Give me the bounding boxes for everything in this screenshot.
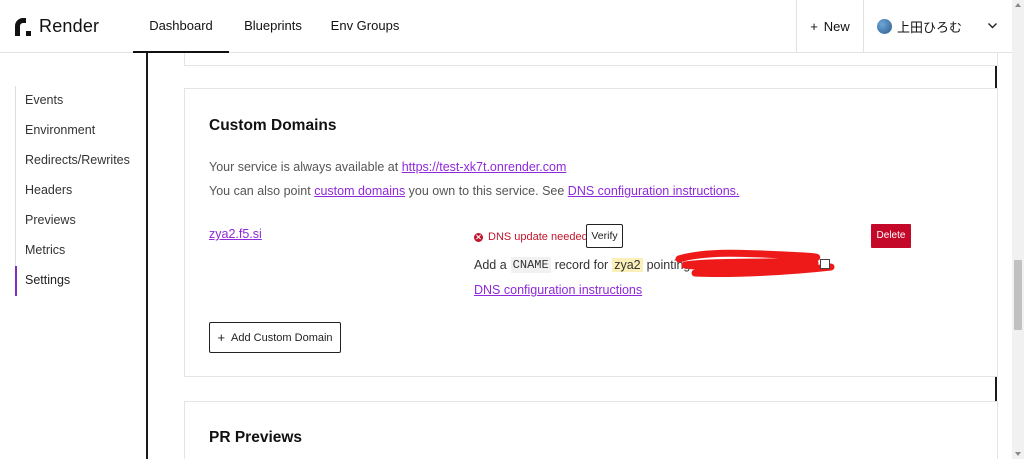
cname-text: record for: [554, 258, 609, 272]
page-scrollbar[interactable]: [1012, 0, 1024, 459]
tab-dashboard[interactable]: Dashboard: [133, 0, 229, 53]
custom-domains-link[interactable]: custom domains: [314, 184, 405, 198]
tab-blueprints[interactable]: Blueprints: [232, 0, 314, 53]
info-text: You can also point: [209, 184, 315, 198]
sidebar-item-previews[interactable]: Previews: [16, 206, 130, 236]
top-nav: Render Dashboard Blueprints Env Groups +…: [0, 0, 1012, 53]
custom-domains-card: Custom Domains Your service is always av…: [184, 88, 998, 377]
info-text: Your service is always available at: [209, 160, 402, 174]
dns-status-label: DNS update needed: [488, 231, 588, 243]
user-menu[interactable]: 上田ひろむ: [864, 0, 1012, 53]
service-url-link[interactable]: https://test-xk7t.onrender.com: [402, 160, 567, 174]
error-icon: [474, 232, 483, 242]
render-logo[interactable]: Render: [15, 16, 99, 37]
plus-icon: +: [810, 19, 818, 34]
dns-status: DNS update needed: [474, 231, 588, 243]
render-logo-icon: [15, 17, 31, 36]
redaction-scribble: [675, 249, 835, 278]
sidebar-item-events[interactable]: Events: [16, 86, 130, 116]
info-text: you own to this service. See: [405, 184, 568, 198]
delete-button[interactable]: Delete: [871, 224, 911, 248]
add-custom-domain-button[interactable]: + Add Custom Domain: [209, 322, 341, 353]
sidebar-item-redirects[interactable]: Redirects/Rewrites: [16, 146, 130, 176]
settings-sidebar: Events Environment Redirects/Rewrites He…: [15, 86, 130, 296]
custom-domain-info-text: You can also point custom domains you ow…: [209, 184, 739, 198]
cname-instruction: Add a CNAME record for zya2 pointing t: [474, 257, 697, 273]
scroll-thumb[interactable]: [1014, 260, 1022, 330]
pr-previews-card: PR Previews: [184, 401, 998, 459]
cname-text: Add a: [474, 258, 507, 272]
sidebar-item-environment[interactable]: Environment: [16, 116, 130, 146]
copy-icon[interactable]: [817, 256, 830, 269]
cname-code: CNAME: [510, 257, 551, 273]
sidebar-item-settings[interactable]: Settings: [15, 266, 130, 296]
verify-button[interactable]: Verify: [586, 224, 623, 248]
tab-env-groups[interactable]: Env Groups: [322, 0, 408, 53]
user-name: 上田ひろむ: [897, 20, 963, 35]
scroll-up-icon[interactable]: [1015, 3, 1021, 7]
new-button-label: New: [823, 19, 850, 34]
dns-configuration-link[interactable]: DNS configuration instructions: [474, 283, 642, 297]
service-url-text: Your service is always available at http…: [209, 160, 566, 174]
scroll-down-icon[interactable]: [1015, 452, 1021, 456]
dns-instructions-link[interactable]: DNS configuration instructions.: [568, 184, 740, 198]
domain-name-link[interactable]: zya2.f5.si: [209, 227, 262, 241]
previous-section-card: [184, 53, 998, 66]
plus-icon: +: [217, 330, 226, 345]
sidebar-item-headers[interactable]: Headers: [16, 176, 130, 206]
new-button[interactable]: + New: [797, 0, 863, 53]
user-avatar-icon: [877, 19, 892, 34]
sidebar-item-metrics[interactable]: Metrics: [16, 236, 130, 266]
section-title: Custom Domains: [209, 117, 337, 134]
chevron-down-icon: [988, 23, 997, 29]
section-title: PR Previews: [209, 429, 303, 446]
add-button-label: Add Custom Domain: [231, 331, 333, 344]
cname-host: zya2: [612, 258, 643, 272]
content-frame-left: [146, 53, 148, 459]
brand-name: Render: [39, 16, 100, 36]
